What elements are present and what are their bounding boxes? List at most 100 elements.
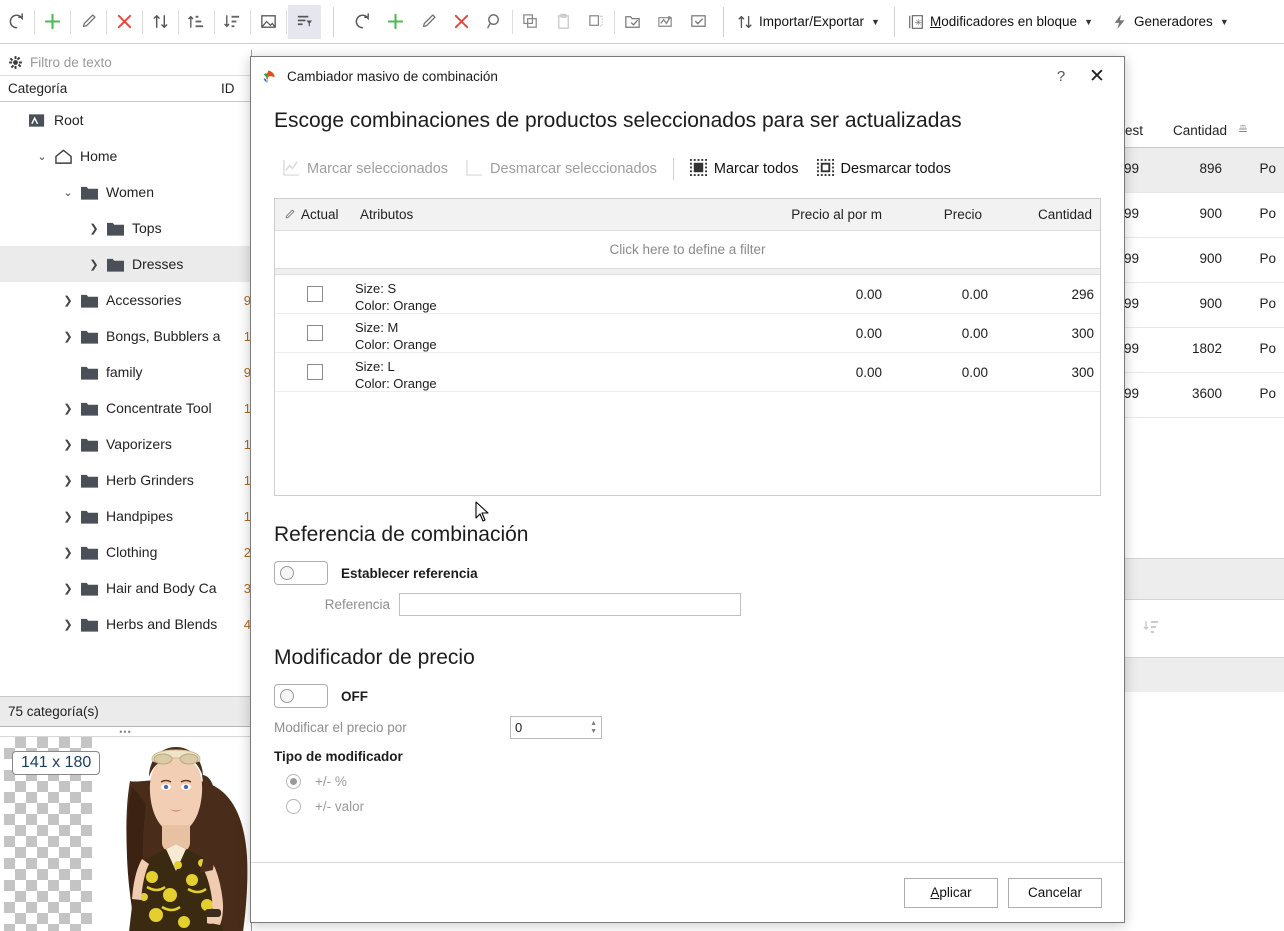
- sort-updown-icon[interactable]: [144, 5, 177, 39]
- column-header-categoria[interactable]: Categoría: [0, 81, 221, 96]
- dialog-title-bar[interactable]: Cambiador masivo de combinación ? ✕: [251, 57, 1124, 95]
- column-header-cantidad[interactable]: Cantidad: [1173, 123, 1227, 138]
- tree-item-hair-and-body-ca[interactable]: ❯ Hair and Body Ca 3: [0, 570, 251, 606]
- combination-row[interactable]: Size: M Color: Orange 0.00 0.00 300: [275, 314, 1100, 353]
- main-toolbar[interactable]: Importar/Exportar ▼ ✳ Modificadores en b…: [0, 0, 1284, 44]
- tree-item-clothing[interactable]: ❯ Clothing 2: [0, 534, 251, 570]
- refresh-icon[interactable]: [346, 5, 379, 39]
- edit-pencil-icon[interactable]: [412, 5, 445, 39]
- add-icon[interactable]: [379, 5, 412, 39]
- tree-item-accessories[interactable]: ❯ Accessories 9: [0, 282, 251, 318]
- combination-row[interactable]: Size: L Color: Orange 0.00 0.00 300: [275, 353, 1100, 392]
- image-icon[interactable]: [252, 5, 285, 39]
- apply-button[interactable]: Aplicar: [904, 877, 998, 908]
- column-header-precio[interactable]: Precio: [944, 207, 982, 222]
- row-checkbox[interactable]: [307, 325, 323, 341]
- toolbar-group-products[interactable]: [346, 3, 715, 41]
- delete-x-icon[interactable]: [108, 5, 141, 39]
- chevron-right-icon[interactable]: ❯: [58, 438, 78, 451]
- help-button[interactable]: ?: [1044, 61, 1078, 91]
- chevron-down-icon[interactable]: ⌄: [32, 150, 52, 163]
- column-header-precio-mayor[interactable]: Precio al por m: [791, 207, 882, 222]
- tree-item-handpipes[interactable]: ❯ Handpipes 1: [0, 498, 251, 534]
- modifier-type-group[interactable]: +/- % +/- valor: [274, 774, 1101, 814]
- sort-asc-icon[interactable]: [180, 5, 213, 39]
- tree-item-dresses[interactable]: ❯ Dresses: [0, 246, 251, 282]
- chevron-right-icon[interactable]: ❯: [58, 510, 78, 523]
- add-icon[interactable]: [36, 5, 69, 39]
- gear-icon[interactable]: [8, 55, 23, 70]
- combinations-rows[interactable]: Size: S Color: Orange 0.00 0.00 296 Size: M Co…: [275, 275, 1100, 495]
- radio-button[interactable]: [286, 799, 301, 814]
- tree-item-vaporizers[interactable]: ❯ Vaporizers 1: [0, 426, 251, 462]
- multi-select-icon[interactable]: [649, 5, 682, 39]
- bulk-combination-changer-dialog[interactable]: Cambiador masivo de combinación ? ✕ Esco…: [250, 56, 1125, 923]
- desmarcar-todos-button[interactable]: Desmarcar todos: [808, 156, 960, 182]
- edit-pencil-icon[interactable]: [72, 5, 105, 39]
- text-filter-bar[interactable]: Filtro de texto: [0, 50, 251, 76]
- pane-grip-handle[interactable]: •••: [0, 727, 251, 737]
- tree-item-home[interactable]: ⌄ Home: [0, 138, 251, 174]
- chevron-right-icon[interactable]: ❯: [58, 474, 78, 487]
- import-export-button[interactable]: Importar/Exportar ▼: [732, 5, 886, 39]
- reference-input[interactable]: [399, 593, 741, 616]
- radio-button[interactable]: [286, 774, 301, 789]
- marcar-todos-button[interactable]: Marcar todos: [681, 156, 808, 182]
- chevron-down-icon[interactable]: ⌄: [58, 186, 78, 199]
- filter-row[interactable]: Click here to define a filter: [275, 231, 1100, 269]
- chevron-right-icon[interactable]: ❯: [84, 222, 104, 235]
- radio-option--valor[interactable]: +/- valor: [274, 799, 1101, 814]
- cancel-button[interactable]: Cancelar: [1008, 877, 1102, 908]
- generators-button[interactable]: Generadores ▼: [1107, 5, 1235, 39]
- filter-list-icon[interactable]: [288, 4, 321, 39]
- chevron-right-icon[interactable]: ❯: [58, 330, 78, 343]
- check-list-icon[interactable]: [682, 5, 715, 39]
- chevron-right-icon[interactable]: ❯: [58, 402, 78, 415]
- tree-item-tops[interactable]: ❯ Tops: [0, 210, 251, 246]
- set-reference-toggle[interactable]: [274, 561, 328, 585]
- stepper-up-icon[interactable]: ▲: [590, 720, 597, 727]
- tree-item-root[interactable]: Root: [0, 102, 251, 138]
- combination-row[interactable]: Size: S Color: Orange 0.00 0.00 296: [275, 275, 1100, 314]
- bulk-modifiers-button[interactable]: ✳ Modificadores en bloque ▼: [903, 5, 1099, 39]
- selection-toolbar[interactable]: Marcar seleccionados Desmarcar selecciona…: [274, 155, 1101, 183]
- chevron-right-icon[interactable]: ❯: [58, 294, 78, 307]
- copy-icon[interactable]: [514, 5, 547, 39]
- tree-item-herbs-and-blends[interactable]: ❯ Herbs and Blends 4: [0, 606, 251, 642]
- modify-price-stepper[interactable]: 0 ▲ ▼: [510, 716, 602, 739]
- column-header-id[interactable]: ID: [221, 81, 251, 96]
- refresh-icon[interactable]: [0, 5, 33, 39]
- duplicate-icon[interactable]: [580, 5, 613, 39]
- search-icon[interactable]: [478, 5, 511, 39]
- category-tree[interactable]: Root ⌄ Home ⌄ Women ❯ Tops ❯ Dresses ❯ Accessories…: [0, 102, 251, 696]
- sort-desc-icon[interactable]: [216, 5, 249, 39]
- chevron-right-icon[interactable]: ❯: [58, 618, 78, 631]
- tree-item-family[interactable]: family 9: [0, 354, 251, 390]
- column-header-actual[interactable]: Actual: [301, 207, 339, 222]
- delete-x-icon[interactable]: [445, 5, 478, 39]
- combinations-table[interactable]: Actual Atributos Precio al por m Precio …: [274, 198, 1101, 496]
- tree-item-herb-grinders[interactable]: ❯ Herb Grinders 1: [0, 462, 251, 498]
- tree-item-women[interactable]: ⌄ Women: [0, 174, 251, 210]
- paste-icon[interactable]: [547, 5, 580, 39]
- radio-option--[interactable]: +/- %: [274, 774, 1101, 789]
- categories-panel[interactable]: Filtro de texto Categoría ID Root ⌄ Home ⌄ W…: [0, 50, 252, 931]
- chevron-down-icon[interactable]: ▼: [1220, 17, 1229, 27]
- column-header-atributos[interactable]: Atributos: [360, 207, 413, 222]
- close-icon[interactable]: ✕: [1078, 61, 1116, 91]
- chevron-right-icon[interactable]: ❯: [84, 258, 104, 271]
- chevron-right-icon[interactable]: ❯: [58, 582, 78, 595]
- column-header-cantidad[interactable]: Cantidad: [1038, 207, 1092, 222]
- chevron-down-icon[interactable]: ▼: [1084, 17, 1093, 27]
- chevron-right-icon[interactable]: ❯: [58, 546, 78, 559]
- price-modifier-toggle[interactable]: [274, 684, 328, 708]
- tree-item-bongs-bubblers-a[interactable]: ❯ Bongs, Bubblers a1: [0, 318, 251, 354]
- sort-desc-icon[interactable]: [1143, 618, 1161, 639]
- select-folder-icon[interactable]: [616, 5, 649, 39]
- chevron-down-icon[interactable]: ▼: [871, 17, 880, 27]
- toolbar-group-categories[interactable]: [0, 3, 321, 41]
- stepper-down-icon[interactable]: ▼: [590, 728, 597, 735]
- row-checkbox[interactable]: [307, 364, 323, 380]
- row-checkbox[interactable]: [307, 286, 323, 302]
- tree-item-concentrate-tool[interactable]: ❯ Concentrate Tool 1: [0, 390, 251, 426]
